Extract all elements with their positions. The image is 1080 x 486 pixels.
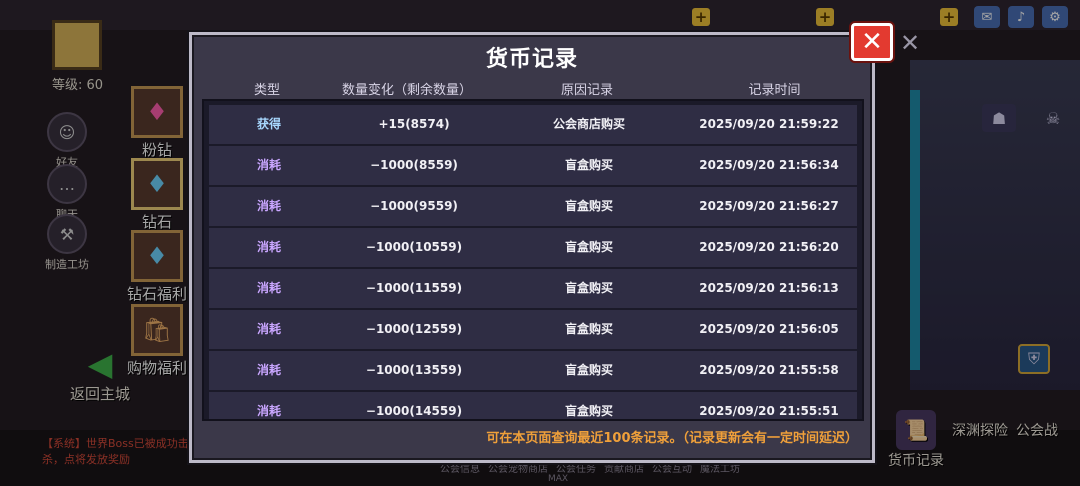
row-type: 消耗: [256, 240, 281, 254]
row-time: 2025/09/20 21:55:58: [699, 363, 839, 377]
row-amount: −1000(13559): [365, 363, 463, 377]
row-reason: 盲盒购买: [564, 363, 613, 377]
row-amount: −1000(12559): [365, 322, 463, 336]
close-icon: ✕: [861, 27, 883, 57]
row-type: 消耗: [256, 158, 281, 172]
row-amount: −1000(10559): [365, 240, 463, 254]
row-time: 2025/09/20 21:55:51: [699, 404, 839, 418]
row-reason: 盲盒购买: [564, 404, 613, 418]
row-reason: 盲盒购买: [564, 281, 613, 295]
row-type: 获得: [256, 117, 281, 131]
row-amount: −1000(11559): [365, 281, 463, 295]
row-time: 2025/09/20 21:56:20: [699, 240, 839, 254]
row-reason: 盲盒购买: [564, 322, 613, 336]
row-amount: −1000(14559): [365, 404, 463, 418]
column-header-time: 记录时间: [748, 83, 801, 98]
table-row: 消耗 −1000(12559) 盲盒购买 2025/09/20 21:56:05: [209, 310, 857, 351]
dialog-title: 货币记录: [485, 47, 578, 72]
row-time: 2025/09/20 21:56:27: [699, 199, 839, 213]
row-type: 消耗: [256, 363, 281, 377]
background-close-icon: ✕: [899, 29, 921, 57]
footer-note: 可在本页面查询最近100条记录。（记录更新会有一定时间延迟）: [486, 431, 858, 446]
column-header-amount: 数量变化（剩余数量）: [341, 83, 472, 98]
row-type: 消耗: [256, 322, 281, 336]
table-row: 消耗 −1000(9559) 盲盒购买 2025/09/20 21:56:27: [209, 187, 857, 228]
currency-record-dialog: 货币记录 类型 数量变化（剩余数量） 原因记录 记录时间 获得 +15(8574…: [189, 32, 875, 463]
row-time: 2025/09/20 21:56:13: [699, 281, 839, 295]
record-table[interactable]: 获得 +15(8574) 公会商店购买 2025/09/20 21:59:22 …: [202, 99, 864, 421]
row-amount: −1000(9559): [370, 199, 458, 213]
row-reason: 公会商店购买: [552, 117, 625, 131]
column-header-type: 类型: [253, 83, 280, 98]
row-time: 2025/09/20 21:59:22: [699, 117, 839, 131]
table-row: 消耗 −1000(14559) 盲盒购买 2025/09/20 21:55:51: [209, 392, 857, 419]
row-reason: 盲盒购买: [564, 199, 613, 213]
table-row: 获得 +15(8574) 公会商店购买 2025/09/20 21:59:22: [209, 105, 857, 146]
column-header-reason: 原因记录: [560, 83, 613, 98]
table-row: 消耗 −1000(11559) 盲盒购买 2025/09/20 21:56:13: [209, 269, 857, 310]
table-row: 消耗 −1000(10559) 盲盒购买 2025/09/20 21:56:20: [209, 228, 857, 269]
row-type: 消耗: [256, 281, 281, 295]
row-reason: 盲盒购买: [564, 240, 613, 254]
row-time: 2025/09/20 21:56:34: [699, 158, 839, 172]
row-time: 2025/09/20 21:56:05: [699, 322, 839, 336]
row-amount: +15(8574): [378, 117, 450, 131]
row-reason: 盲盒购买: [564, 158, 613, 172]
row-amount: −1000(8559): [370, 158, 458, 172]
table-row: 消耗 −1000(8559) 盲盒购买 2025/09/20 21:56:34: [209, 146, 857, 187]
table-row: 消耗 −1000(13559) 盲盒购买 2025/09/20 21:55:58: [209, 351, 857, 392]
close-button[interactable]: ✕: [851, 23, 893, 61]
row-type: 消耗: [256, 404, 281, 418]
row-type: 消耗: [256, 199, 281, 213]
